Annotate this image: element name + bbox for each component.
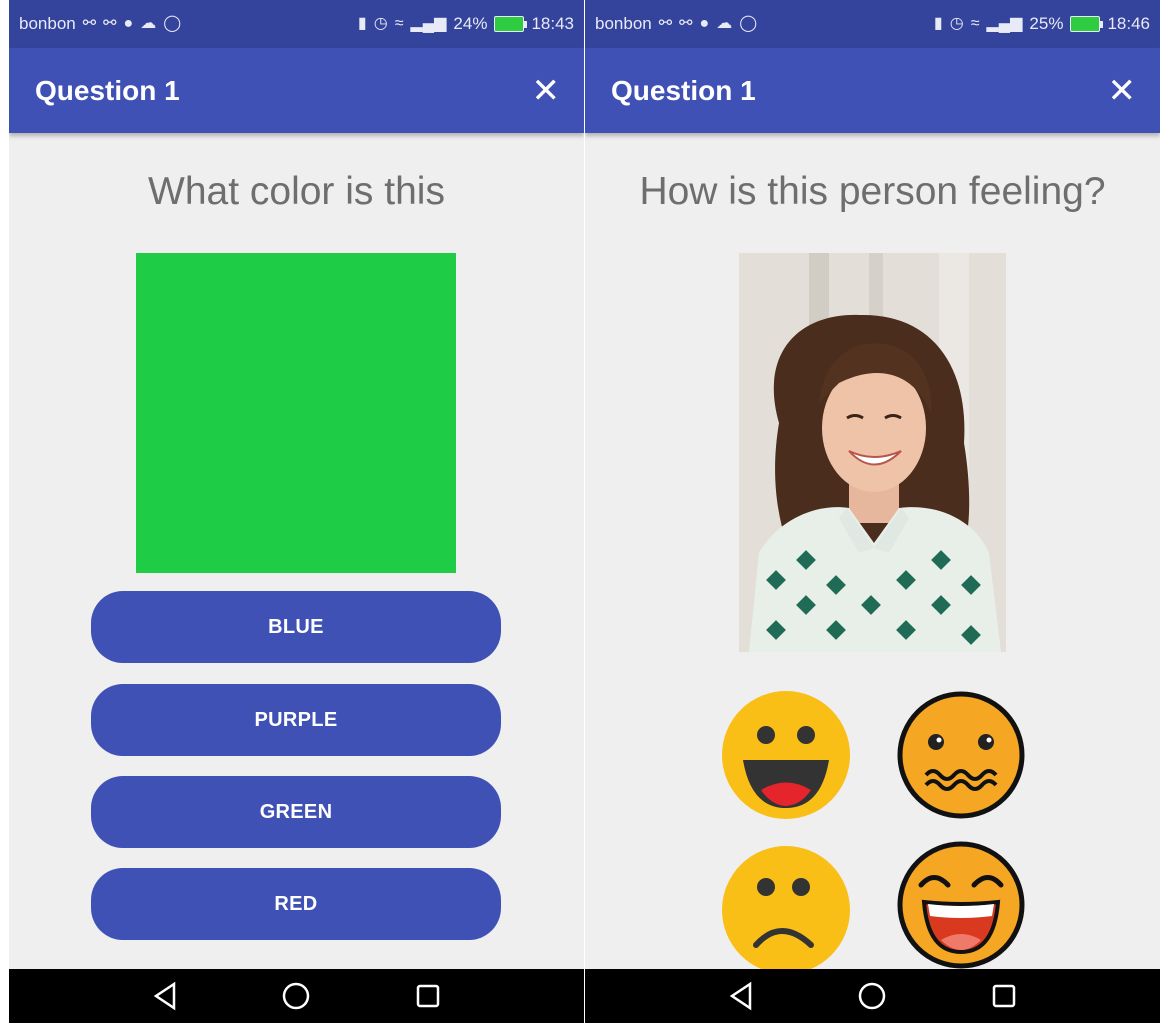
usb-icon: ⚯	[658, 15, 673, 32]
carrier-label: bonbon	[595, 14, 652, 33]
status-time: 18:46	[1107, 14, 1150, 33]
status-bar-right: ▮ ◷ ≈ ▂▄▆ 24% 18:43	[358, 14, 574, 34]
question-text: What color is this	[148, 170, 445, 213]
alarm-icon: ◷	[949, 15, 964, 32]
nervous-face-icon[interactable]	[896, 690, 1026, 820]
wifi-icon: ≈	[970, 15, 980, 32]
laughing-face-icon[interactable]	[896, 840, 1026, 970]
photo-illustration	[739, 253, 1006, 652]
vibrate-icon: ▮	[933, 15, 943, 32]
answer-button-blue[interactable]: BLUE	[91, 591, 501, 663]
answer-button-purple[interactable]: PURPLE	[91, 684, 501, 756]
toolbar-title: Question 1	[611, 74, 756, 106]
instagram-icon: ◯	[739, 15, 758, 32]
usb-icon: ⚯	[82, 15, 97, 32]
status-bar-right: ▮ ◷ ≈ ▂▄▆ 25% 18:46	[934, 14, 1150, 34]
back-icon[interactable]	[721, 976, 761, 1016]
cloud-icon: ☁	[140, 15, 157, 32]
carrier-label: bonbon	[19, 14, 76, 33]
recents-icon[interactable]	[984, 976, 1024, 1016]
recents-icon[interactable]	[408, 976, 448, 1016]
sad-face-icon[interactable]	[721, 845, 851, 975]
battery-icon	[494, 16, 528, 32]
usb-icon: ⚯	[679, 15, 693, 32]
battery-percent: 25%	[1029, 14, 1064, 33]
status-bar-left: bonbon ⚯ ⚯ ● ☁ ◯	[19, 14, 181, 34]
messenger-icon: ●	[699, 15, 710, 32]
home-icon[interactable]	[852, 976, 892, 1016]
status-time: 18:43	[531, 14, 574, 33]
signal-icon: ▂▄▆	[986, 15, 1023, 32]
messenger-icon: ●	[123, 15, 134, 32]
navigation-bar	[9, 969, 584, 1023]
cloud-icon: ☁	[716, 15, 733, 32]
vibrate-icon: ▮	[357, 15, 367, 32]
alarm-icon: ◷	[373, 15, 388, 32]
screens-container: bonbon ⚯ ⚯ ● ☁ ◯ ▮ ◷ ≈ ▂▄▆ 24% 18:43 Que…	[0, 0, 1160, 1023]
answer-button-red[interactable]: RED	[91, 868, 501, 940]
app-toolbar: Question 1 ✕	[585, 48, 1160, 133]
toolbar-title: Question 1	[35, 74, 180, 106]
answer-button-green[interactable]: GREEN	[91, 776, 501, 848]
status-bar: bonbon ⚯ ⚯ ● ☁ ◯ ▮ ◷ ≈ ▂▄▆ 24% 18:43	[9, 0, 584, 48]
close-icon[interactable]: ✕	[532, 74, 561, 108]
instagram-icon: ◯	[163, 15, 182, 32]
color-swatch	[136, 253, 456, 573]
battery-icon	[1070, 16, 1104, 32]
status-bar-left: bonbon ⚯ ⚯ ● ☁ ◯	[595, 14, 757, 34]
smiling-woman-photo	[739, 253, 1006, 652]
wifi-icon: ≈	[394, 15, 404, 32]
status-bar: bonbon ⚯ ⚯ ● ☁ ◯ ▮ ◷ ≈ ▂▄▆ 25% 18:46	[585, 0, 1160, 48]
question-text: How is this person feeling?	[639, 170, 1106, 213]
home-icon[interactable]	[276, 976, 316, 1016]
signal-icon: ▂▄▆	[410, 15, 447, 32]
close-icon[interactable]: ✕	[1108, 74, 1137, 108]
navigation-bar	[585, 969, 1160, 1023]
app-toolbar: Question 1 ✕	[9, 48, 584, 133]
phone-screen-left: bonbon ⚯ ⚯ ● ☁ ◯ ▮ ◷ ≈ ▂▄▆ 24% 18:43 Que…	[9, 0, 584, 1023]
phone-screen-right: bonbon ⚯ ⚯ ● ☁ ◯ ▮ ◷ ≈ ▂▄▆ 25% 18:46 Que…	[585, 0, 1160, 1023]
battery-percent: 24%	[453, 14, 488, 33]
back-icon[interactable]	[145, 976, 185, 1016]
usb-icon: ⚯	[103, 15, 117, 32]
happy-face-icon[interactable]	[721, 690, 851, 820]
